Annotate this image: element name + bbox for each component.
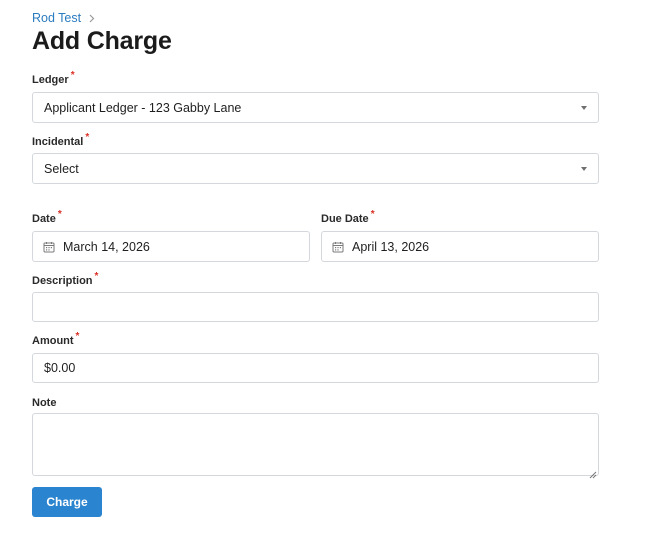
ledger-label: Ledger * bbox=[32, 70, 75, 86]
required-marker: * bbox=[85, 132, 90, 143]
due-date-value: April 13, 2026 bbox=[352, 239, 430, 254]
note-label: Note bbox=[32, 397, 56, 409]
required-marker: * bbox=[75, 331, 80, 342]
note-textarea-container bbox=[32, 413, 599, 479]
amount-label: Amount * bbox=[32, 331, 79, 347]
incidental-select-value: Select bbox=[44, 161, 79, 176]
description-label-text: Description bbox=[32, 275, 93, 287]
incidental-label-text: Incidental bbox=[32, 136, 84, 148]
due-date-label: Due Date * bbox=[321, 209, 375, 225]
amount-value: $0.00 bbox=[44, 361, 76, 375]
required-marker: * bbox=[57, 209, 62, 220]
ledger-select-value: Applicant Ledger - 123 Gabby Lane bbox=[44, 100, 242, 115]
incidental-label: Incidental * bbox=[32, 132, 89, 148]
note-label-text: Note bbox=[32, 397, 57, 409]
ledger-label-text: Ledger bbox=[32, 74, 69, 86]
resize-handle-icon[interactable] bbox=[589, 466, 597, 479]
page-title: Add Charge bbox=[32, 27, 172, 55]
amount-field[interactable]: $0.00 bbox=[32, 353, 599, 383]
breadcrumb: Rod Test bbox=[32, 11, 95, 25]
chevron-down-icon bbox=[581, 105, 587, 110]
date-label: Date * bbox=[32, 209, 62, 225]
note-textarea[interactable] bbox=[33, 414, 598, 475]
description-field[interactable] bbox=[32, 292, 599, 322]
incidental-select[interactable]: Select bbox=[32, 153, 599, 184]
required-marker: * bbox=[94, 271, 99, 282]
charge-button[interactable]: Charge bbox=[32, 487, 102, 517]
date-label-text: Date bbox=[32, 213, 56, 225]
calendar-icon bbox=[43, 241, 55, 253]
due-date-label-text: Due Date bbox=[321, 213, 369, 225]
chevron-right-icon bbox=[89, 14, 95, 23]
required-marker: * bbox=[70, 70, 75, 81]
amount-label-text: Amount bbox=[32, 335, 74, 347]
date-value: March 14, 2026 bbox=[63, 239, 150, 254]
calendar-icon bbox=[332, 241, 344, 253]
required-marker: * bbox=[370, 209, 375, 220]
date-picker[interactable]: March 14, 2026 bbox=[32, 231, 310, 262]
chevron-down-icon bbox=[581, 166, 587, 171]
due-date-picker[interactable]: April 13, 2026 bbox=[321, 231, 599, 262]
breadcrumb-link-rod-test[interactable]: Rod Test bbox=[32, 11, 81, 25]
description-label: Description * bbox=[32, 271, 98, 287]
description-input[interactable] bbox=[33, 293, 598, 321]
ledger-select[interactable]: Applicant Ledger - 123 Gabby Lane bbox=[32, 92, 599, 123]
